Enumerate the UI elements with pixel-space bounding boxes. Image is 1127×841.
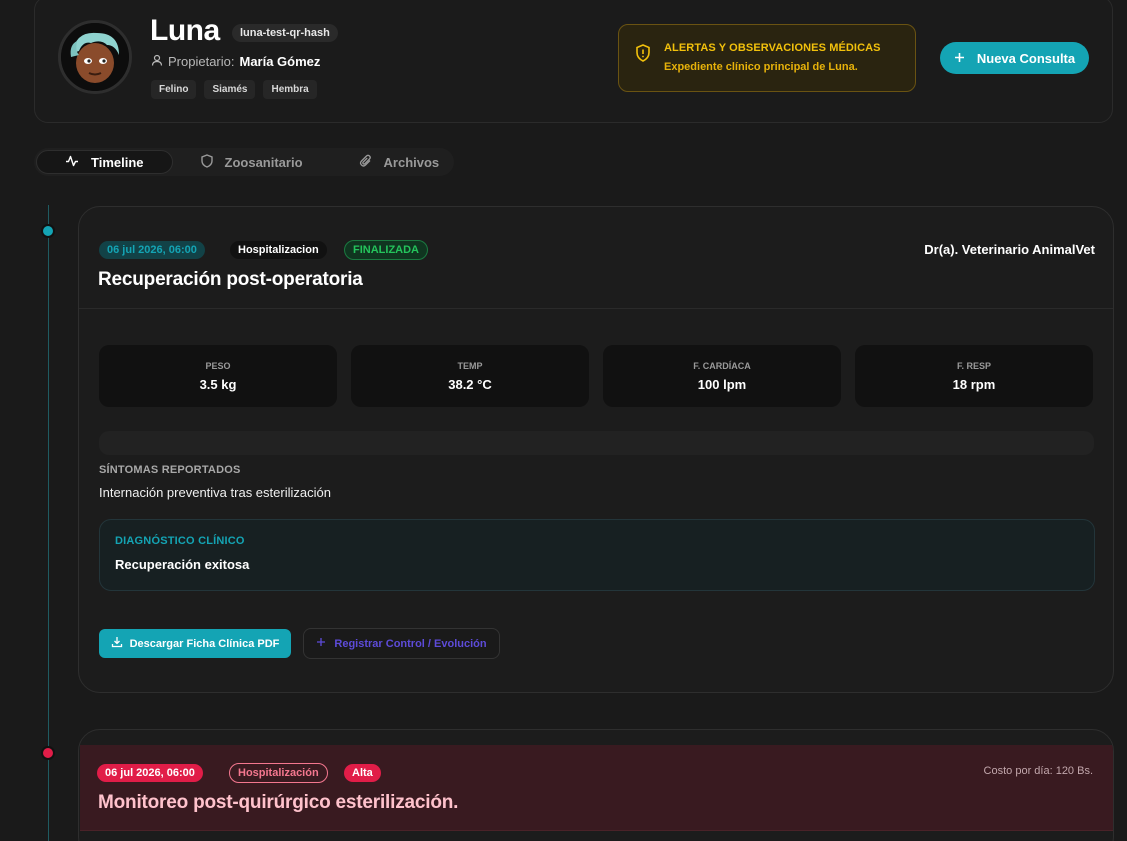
tab-archivos-label: Archivos — [383, 154, 440, 170]
alert-title: ALERTAS Y OBSERVACIONES MÉDICAS — [664, 42, 881, 54]
pet-avatar — [58, 20, 132, 94]
qr-hash-badge: luna-test-qr-hash — [232, 24, 338, 42]
vital-value: 100 lpm — [697, 376, 747, 392]
owner-row: Propietario: María Gómez — [151, 54, 320, 69]
pet-name: Luna — [150, 14, 220, 47]
vital-value: 18 rpm — [952, 376, 996, 392]
hospitalization-type-badge: Hospitalización — [229, 763, 328, 783]
hospitalization-title: Monitoreo post-quirúrgico esterilización… — [98, 792, 459, 813]
new-consult-button[interactable]: Nueva Consulta — [940, 42, 1089, 74]
tab-zoosanitario-label: Zoosanitario — [224, 154, 303, 170]
entry-title: Recuperación post-operatoria — [98, 269, 363, 290]
new-consult-label: Nueva Consulta — [976, 50, 1076, 66]
medical-alert-box: ALERTAS Y OBSERVACIONES MÉDICAS Expedien… — [618, 24, 916, 92]
entry-vet-name: Dr(a). Veterinario AnimalVet — [924, 242, 1095, 257]
vital-value: 38.2 °C — [448, 376, 492, 392]
user-icon — [151, 54, 163, 69]
tab-zoosanitario[interactable]: Zoosanitario — [173, 150, 331, 174]
empty-notes-bar — [99, 431, 1094, 455]
tab-timeline[interactable]: Timeline — [36, 150, 173, 174]
vital-card-temperature: TEMP 38.2 °C — [351, 345, 589, 407]
timeline-entry-card: 06 jul 2026, 06:00 Hospitalizacion FINAL… — [78, 206, 1114, 693]
register-control-button[interactable]: Registrar Control / Evolución — [303, 628, 500, 659]
entry-type-badge: Hospitalizacion — [230, 241, 327, 259]
shield-icon — [200, 153, 213, 171]
sex-tag: Hembra — [263, 80, 317, 99]
download-icon — [111, 636, 123, 651]
diagnosis-box: DIAGNÓSTICO CLÍNICO Recuperación exitosa — [99, 519, 1095, 591]
vital-card-weight: PESO 3.5 kg — [99, 345, 337, 407]
entry-date-badge: 06 jul 2026, 06:00 — [99, 241, 205, 259]
paperclip-icon — [359, 154, 372, 171]
timeline-dot-entry-1 — [41, 224, 55, 238]
download-pdf-button[interactable]: Descargar Ficha Clínica PDF — [99, 629, 291, 658]
hospitalization-header — [80, 745, 1113, 831]
vital-card-resp-rate: F. RESP 18 rpm — [855, 345, 1093, 407]
alert-text: Expediente clínico principal de Luna. — [664, 61, 858, 73]
vitals-grid: PESO 3.5 kg TEMP 38.2 °C F. CARDÍACA 100… — [99, 345, 1093, 407]
vital-label: F. CARDÍACA — [693, 360, 751, 371]
entry-status-badge: FINALIZADA — [344, 240, 428, 260]
record-tabs: Timeline Zoosanitario Archivos — [34, 148, 454, 176]
priority-badge: Alta — [344, 764, 381, 782]
diagnosis-text: Recuperación exitosa — [115, 557, 250, 572]
species-tag: Felino — [151, 80, 197, 99]
alert-shield-icon — [635, 44, 651, 67]
daily-cost: Costo por día: 120 Bs. — [983, 765, 1093, 777]
vital-card-heart-rate: F. CARDÍACA 100 lpm — [603, 345, 841, 407]
register-control-label: Registrar Control / Evolución — [334, 637, 487, 650]
hospitalization-date-badge: 06 jul 2026, 06:00 — [97, 764, 203, 782]
tab-timeline-label: Timeline — [91, 154, 144, 170]
tab-archivos[interactable]: Archivos — [331, 150, 468, 174]
timeline-dot-entry-2 — [41, 746, 55, 760]
hospitalization-entry-card: 06 jul 2026, 06:00 Hospitalización Alta … — [78, 729, 1114, 841]
vital-label: TEMP — [457, 360, 483, 371]
symptoms-label: SÍNTOMAS REPORTADOS — [99, 464, 241, 476]
owner-name: María Gómez — [239, 54, 321, 69]
vital-value: 3.5 kg — [199, 376, 237, 392]
plus-icon — [316, 637, 326, 650]
owner-label: Propietario: — [168, 54, 235, 69]
entry-divider — [79, 308, 1113, 309]
activity-icon — [65, 154, 79, 171]
vital-label: PESO — [205, 360, 231, 371]
symptoms-text: Internación preventiva tras esterilizaci… — [99, 485, 331, 500]
plus-icon — [954, 51, 965, 66]
breed-tag: Siamés — [204, 80, 256, 99]
pet-tags: Felino Siamés Hembra — [151, 80, 317, 99]
diagnosis-label: DIAGNÓSTICO CLÍNICO — [115, 535, 245, 547]
download-pdf-label: Descargar Ficha Clínica PDF — [129, 637, 280, 650]
vital-label: F. RESP — [956, 360, 991, 371]
